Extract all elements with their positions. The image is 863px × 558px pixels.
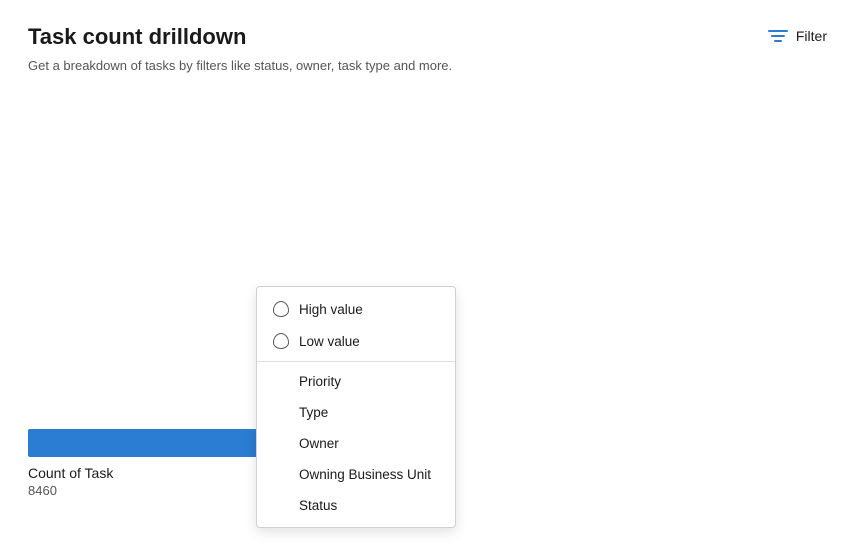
filter-icon: [768, 30, 788, 42]
bulb-icon-high: [273, 301, 289, 317]
dropdown-low-value-label: Low value: [299, 334, 360, 349]
title-block: Task count drilldown Get a breakdown of …: [28, 24, 452, 73]
page-title: Task count drilldown: [28, 24, 452, 50]
bar-label-text: Count of Task: [28, 465, 113, 481]
dropdown-item-status[interactable]: Status: [257, 490, 455, 521]
page-subtitle: Get a breakdown of tasks by filters like…: [28, 58, 452, 73]
bulb-icon-low: [273, 333, 289, 349]
bar-container: Count of Task 8460: [28, 429, 268, 498]
dropdown-menu: High value Low value Priority Type Owner…: [256, 286, 456, 528]
dropdown-divider: [257, 361, 455, 362]
chart-bar: [28, 429, 268, 457]
filter-button[interactable]: Filter: [760, 24, 835, 48]
dropdown-item-owning-business-unit[interactable]: Owning Business Unit: [257, 459, 455, 490]
chart-area: Count of Task 8460: [28, 429, 268, 498]
page-container: Task count drilldown Get a breakdown of …: [0, 0, 863, 558]
bar-label: Count of Task 8460: [28, 465, 113, 498]
dropdown-item-priority[interactable]: Priority: [257, 366, 455, 397]
header-area: Task count drilldown Get a breakdown of …: [28, 24, 835, 73]
dropdown-item-low-value[interactable]: Low value: [257, 325, 455, 357]
dropdown-item-high-value[interactable]: High value: [257, 293, 455, 325]
dropdown-item-type[interactable]: Type: [257, 397, 455, 428]
bar-value: 8460: [28, 483, 113, 498]
filter-label: Filter: [796, 28, 827, 44]
dropdown-item-owner[interactable]: Owner: [257, 428, 455, 459]
dropdown-high-value-label: High value: [299, 302, 363, 317]
